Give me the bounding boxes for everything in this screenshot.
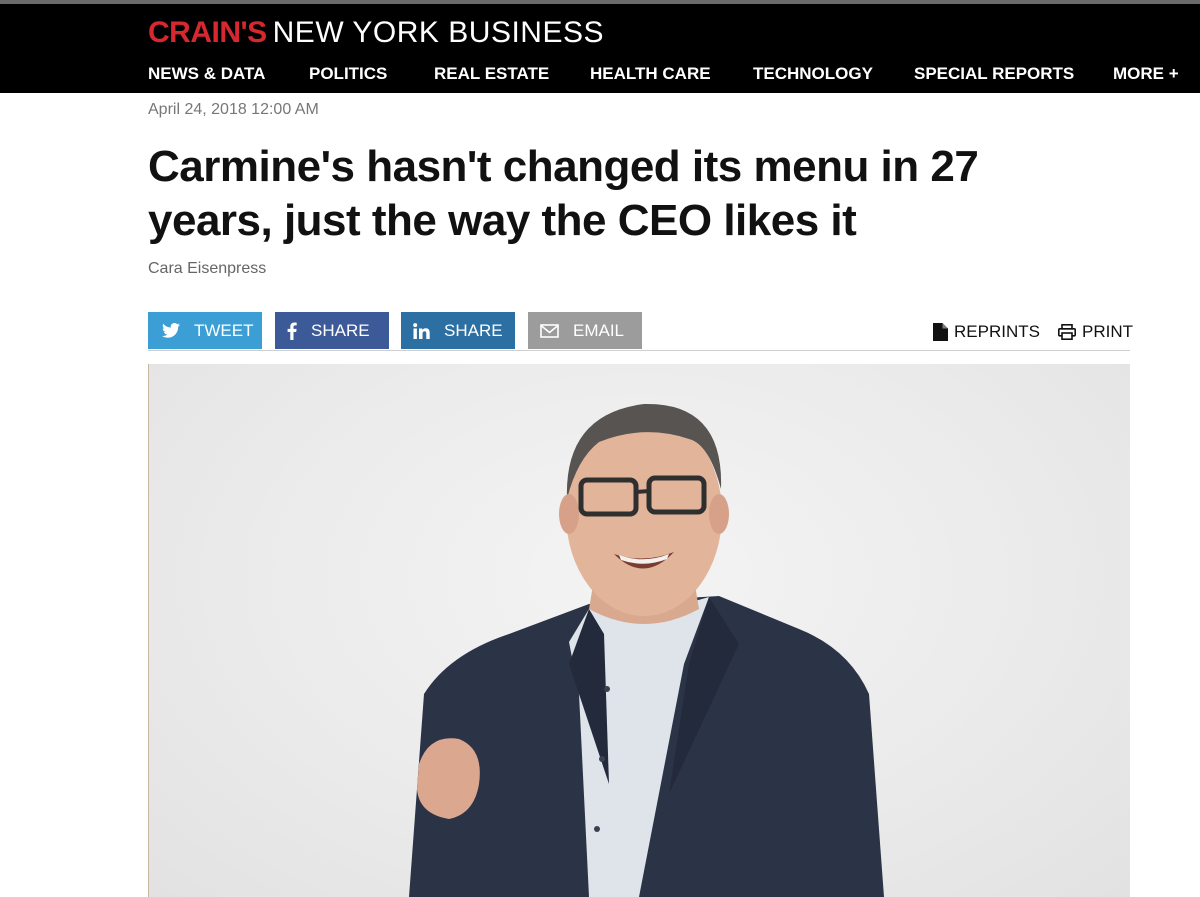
nav-politics[interactable]: POLITICS xyxy=(309,64,387,84)
print-label: PRINT xyxy=(1082,322,1133,341)
nav-health-care[interactable]: HEALTH CARE xyxy=(590,64,711,84)
email-label: EMAIL xyxy=(573,320,625,340)
facebook-icon xyxy=(287,321,297,340)
article-author[interactable]: Cara Eisenpress xyxy=(148,260,266,278)
article-headline: Carmine's hasn't changed its menu in 27 … xyxy=(148,142,979,245)
logo-new-york-business: NEW YORK BUSINESS xyxy=(272,16,604,49)
nav-more[interactable]: MORE + xyxy=(1113,64,1179,84)
facebook-share-button[interactable]: SHARE xyxy=(275,312,389,349)
site-logo[interactable]: CRAIN'S NEW YORK BUSINESS xyxy=(148,16,604,50)
article-photo xyxy=(149,364,1130,897)
printer-icon xyxy=(1058,324,1076,340)
linkedin-share-button[interactable]: SHARE xyxy=(401,312,515,349)
main-nav: NEWS & DATA POLITICS REAL ESTATE HEALTH … xyxy=(0,64,1200,90)
document-icon xyxy=(933,323,948,341)
article-date: April 24, 2018 12:00 AM xyxy=(148,101,319,118)
nav-technology[interactable]: TECHNOLOGY xyxy=(753,64,873,84)
facebook-share-label: SHARE xyxy=(311,320,370,340)
tweet-label: TWEET xyxy=(194,320,254,340)
share-toolbar: TWEET SHARE SHARE EMAIL REPRINTS PRINT xyxy=(148,312,1133,351)
twitter-icon xyxy=(162,323,180,338)
photo-illustration xyxy=(409,403,884,897)
linkedin-icon xyxy=(413,322,430,339)
email-button[interactable]: EMAIL xyxy=(528,312,642,349)
envelope-icon xyxy=(540,323,559,338)
nav-real-estate[interactable]: REAL ESTATE xyxy=(434,64,549,84)
print-link[interactable]: PRINT xyxy=(1058,322,1133,342)
linkedin-share-label: SHARE xyxy=(444,320,503,340)
logo-crains: CRAIN'S xyxy=(148,16,267,49)
nav-news-data[interactable]: NEWS & DATA xyxy=(148,64,265,84)
site-header: CRAIN'S NEW YORK BUSINESS NEWS & DATA POL… xyxy=(0,4,1200,93)
reprints-link[interactable]: REPRINTS xyxy=(933,322,1040,342)
reprints-label: REPRINTS xyxy=(954,322,1040,341)
nav-special-reports[interactable]: SPECIAL REPORTS xyxy=(914,64,1074,84)
tweet-button[interactable]: TWEET xyxy=(148,312,262,349)
